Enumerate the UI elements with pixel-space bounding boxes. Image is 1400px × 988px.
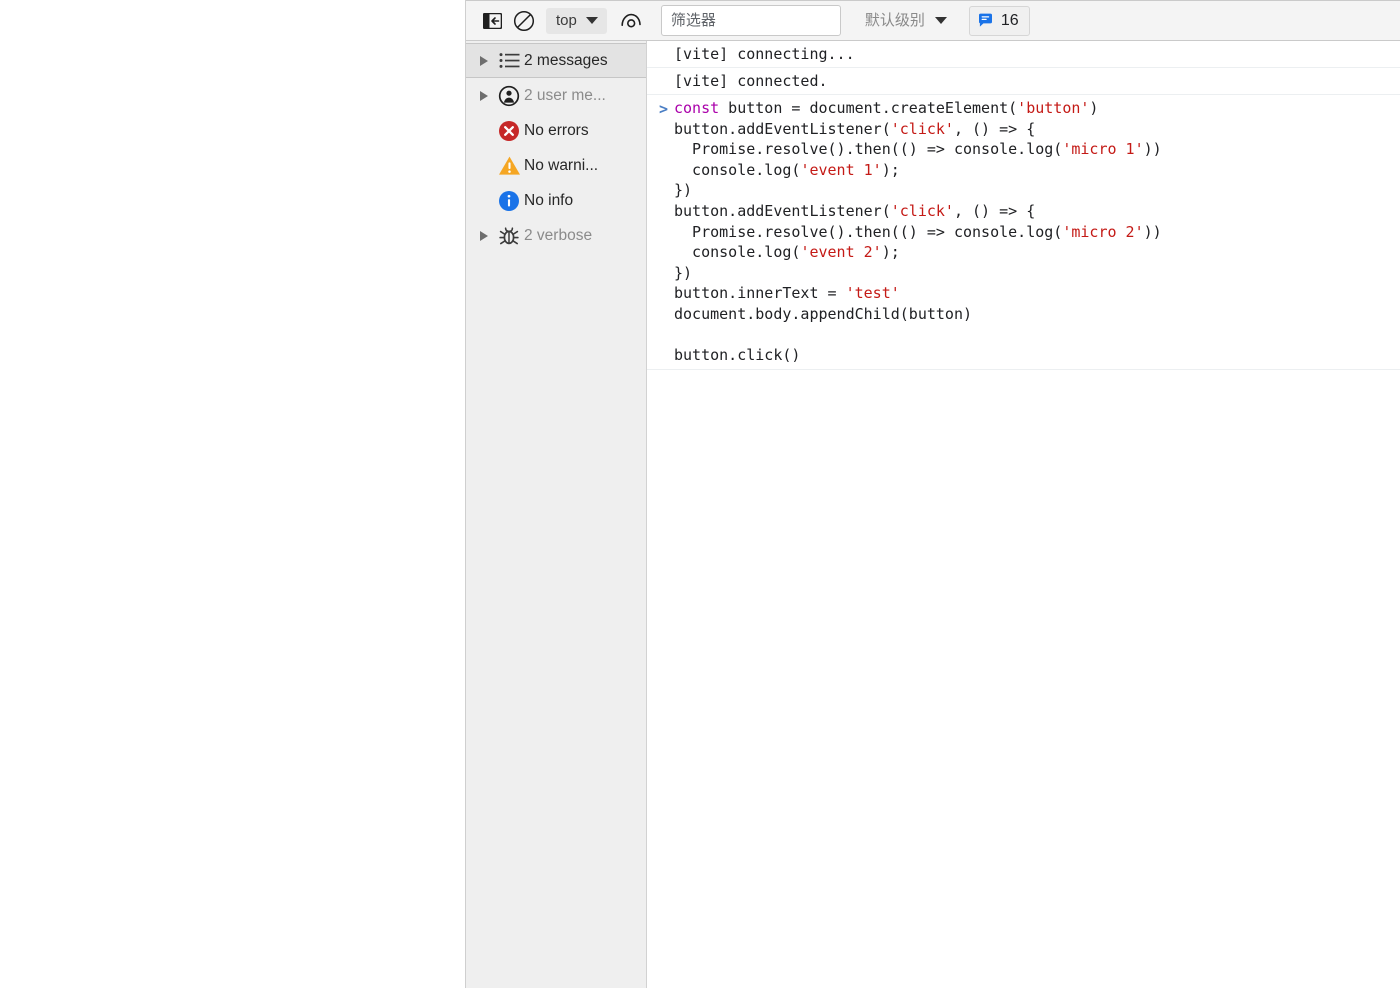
info-icon <box>499 190 519 211</box>
console-message-row: [vite] connecting... <box>647 41 1400 68</box>
code-line: button.click() <box>674 345 1400 366</box>
bug-icon-wrapper <box>494 225 524 247</box>
sidebar-row-label: 2 verbose <box>524 226 593 244</box>
code-token-plain: ); <box>881 243 900 262</box>
console-message-row: [vite] connected. <box>647 68 1400 95</box>
chevron-down-icon <box>585 17 598 24</box>
bug-icon <box>499 226 519 244</box>
console-body: 2 messages 2 user me... No errors No warni.… <box>466 41 1400 988</box>
triangle-right-icon <box>480 55 488 66</box>
code-line: button.innerText = 'test' <box>674 283 1400 304</box>
clear-console-button[interactable] <box>510 7 538 35</box>
issue-bubble-icon <box>978 13 992 27</box>
page-content-gutter <box>0 0 465 988</box>
code-line: document.body.appendChild(button) <box>674 304 1400 325</box>
devtools-console-screenshot: top 默认级别 <box>0 0 1400 988</box>
sidebar-row-list[interactable]: 2 messages <box>466 43 646 78</box>
code-token-plain: }) <box>674 263 693 282</box>
code-token-str: 'click' <box>890 119 954 138</box>
sidebar-row-label: No info <box>524 191 574 209</box>
triangle-right-icon <box>480 90 488 101</box>
code-token-plain: button.addEventListener( <box>674 119 891 138</box>
create-live-expression-button[interactable] <box>617 7 645 35</box>
code-token-plain: , () => { <box>953 201 1036 220</box>
list-icon-wrapper <box>494 52 524 69</box>
code-line: button.addEventListener('click', () => { <box>674 201 1400 222</box>
warning-icon <box>498 156 520 175</box>
info-icon-wrapper <box>494 190 524 212</box>
code-token-str: 'micro 1' <box>1062 140 1144 159</box>
user-message-icon-wrapper <box>494 85 524 107</box>
console-output: [vite] connecting... [vite] connected. > co… <box>647 41 1400 988</box>
log-level-selector[interactable]: 默认级别 <box>857 8 953 34</box>
sidebar-row-label: No errors <box>524 121 589 139</box>
sidebar-row-label: 2 user me... <box>524 86 606 104</box>
sidebar-row-label: 2 messages <box>524 51 608 69</box>
error-icon-wrapper <box>494 120 524 142</box>
sidebar-row-bug[interactable]: 2 verbose <box>466 218 646 253</box>
code-token-plain: }) <box>674 181 693 200</box>
code-line: }) <box>674 263 1400 284</box>
code-token-plain: )) <box>1143 140 1162 159</box>
sidebar-toggle-icon <box>482 12 502 29</box>
code-line: console.log('event 1'); <box>674 160 1400 181</box>
sidebar-row-info[interactable]: No info <box>466 183 646 218</box>
list-icon <box>499 53 519 68</box>
code-token-plain: button.innerText = <box>674 284 846 303</box>
devtools-panel: top 默认级别 <box>465 0 1400 988</box>
user-message-icon <box>498 85 520 106</box>
code-token-str: 'click' <box>890 201 954 220</box>
code-token-str: 'micro 2' <box>1062 222 1144 241</box>
sidebar-row-user-message[interactable]: 2 user me... <box>466 78 646 113</box>
code-token-str: 'event 2' <box>800 243 882 262</box>
console-filter-input[interactable] <box>660 5 841 36</box>
code-token-plain: console.log( <box>674 243 801 262</box>
sidebar-row-label: No warni... <box>524 156 599 174</box>
log-level-label: 默认级别 <box>864 12 925 29</box>
warning-icon-wrapper <box>494 155 524 176</box>
sidebar-row-error[interactable]: No errors <box>466 113 646 148</box>
command-prompt-arrow-icon: > <box>659 100 669 118</box>
code-token-plain: button = document.createElement( <box>719 99 1018 117</box>
code-token-plain: Promise.resolve().then(() => console.log… <box>674 222 1063 241</box>
code-line: }) <box>674 180 1400 201</box>
code-line: Promise.resolve().then(() => console.log… <box>674 139 1400 160</box>
code-line: console.log('event 2'); <box>674 242 1400 263</box>
code-token-plain: document.body.appendChild(button) <box>674 304 973 323</box>
console-command-entry[interactable]: > const button = document.createElement('… <box>647 95 1400 370</box>
execution-context-label: top <box>556 12 577 29</box>
clear-console-icon <box>513 10 535 31</box>
issues-counter-button[interactable]: 16 <box>968 5 1030 36</box>
code-token-str: 'test' <box>845 284 900 303</box>
code-token-plain: button.addEventListener( <box>674 201 891 220</box>
chevron-down-icon-level <box>934 17 947 24</box>
code-line: const button = document.createElement('b… <box>674 98 1400 119</box>
code-token-str: 'event 1' <box>800 160 882 179</box>
console-toolbar: top 默认级别 <box>466 0 1400 41</box>
code-token-plain: Promise.resolve().then(() => console.log… <box>674 140 1063 159</box>
triangle-right-icon <box>480 230 488 241</box>
console-sidebar: 2 messages 2 user me... No errors No warni.… <box>466 41 647 988</box>
code-line: button.addEventListener('click', () => { <box>674 119 1400 140</box>
expand-triangle-icon[interactable] <box>480 55 494 66</box>
code-token-kw: const <box>674 99 720 117</box>
code-line: Promise.resolve().then(() => console.log… <box>674 222 1400 243</box>
code-token-plain: )) <box>1143 222 1162 241</box>
code-token-plain: console.log( <box>674 160 801 179</box>
show-console-sidebar-button[interactable] <box>478 7 506 35</box>
issues-count-label: 16 <box>1000 11 1019 29</box>
execution-context-selector[interactable]: top <box>546 7 607 34</box>
code-token-str: 'button' <box>1017 99 1090 117</box>
expand-triangle-icon[interactable] <box>480 230 494 241</box>
code-token-plain: ); <box>881 160 900 179</box>
code-token-plain: button.click() <box>674 346 801 365</box>
expand-triangle-icon[interactable] <box>480 90 494 101</box>
sidebar-row-warning[interactable]: No warni... <box>466 148 646 183</box>
error-icon <box>499 120 519 141</box>
eye-icon <box>621 13 641 28</box>
code-token-plain: , () => { <box>953 119 1036 138</box>
code-token-plain: ) <box>1089 99 1099 117</box>
